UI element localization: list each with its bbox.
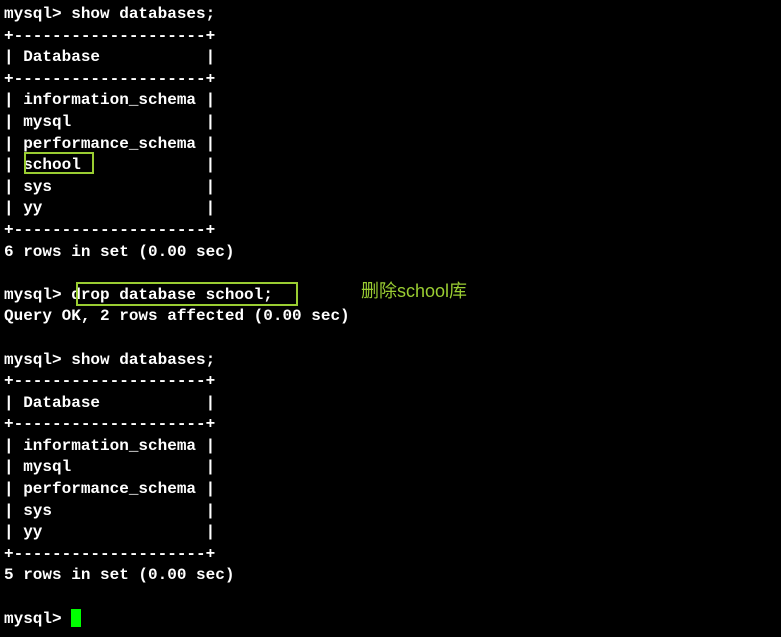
table-row: | yy | [4, 198, 781, 220]
mysql-command-show-databases-1: mysql> show databases; [4, 4, 781, 26]
table-row: | information_schema | [4, 436, 781, 458]
table-header-1: | Database | [4, 47, 781, 69]
table-row: | performance_schema | [4, 479, 781, 501]
prompt-text: mysql> [4, 610, 71, 628]
table-row: | performance_schema | [4, 134, 781, 156]
table-header-2: | Database | [4, 393, 781, 415]
result-summary-2: 5 rows in set (0.00 sec) [4, 565, 781, 587]
table-border-bot-1: +--------------------+ [4, 220, 781, 242]
blank-line [4, 328, 781, 350]
table-border-mid-2: +--------------------+ [4, 414, 781, 436]
blank-line [4, 587, 781, 609]
mysql-prompt-active[interactable]: mysql> [4, 609, 781, 631]
table-border-mid-1: +--------------------+ [4, 69, 781, 91]
table-row: | mysql | [4, 112, 781, 134]
table-row: | information_schema | [4, 90, 781, 112]
table-row-school: | school | [4, 155, 781, 177]
table-row: | mysql | [4, 457, 781, 479]
cursor-icon [71, 609, 81, 627]
annotation-delete-school: 删除school库 [361, 279, 467, 303]
mysql-command-show-databases-2: mysql> show databases; [4, 350, 781, 372]
table-border-top-2: +--------------------+ [4, 371, 781, 393]
result-summary-1: 6 rows in set (0.00 sec) [4, 242, 781, 264]
table-row: | sys | [4, 501, 781, 523]
table-border-top-1: +--------------------+ [4, 26, 781, 48]
query-ok-result: Query OK, 2 rows affected (0.00 sec) [4, 306, 781, 328]
table-row: | sys | [4, 177, 781, 199]
table-row: | yy | [4, 522, 781, 544]
table-border-bot-2: +--------------------+ [4, 544, 781, 566]
